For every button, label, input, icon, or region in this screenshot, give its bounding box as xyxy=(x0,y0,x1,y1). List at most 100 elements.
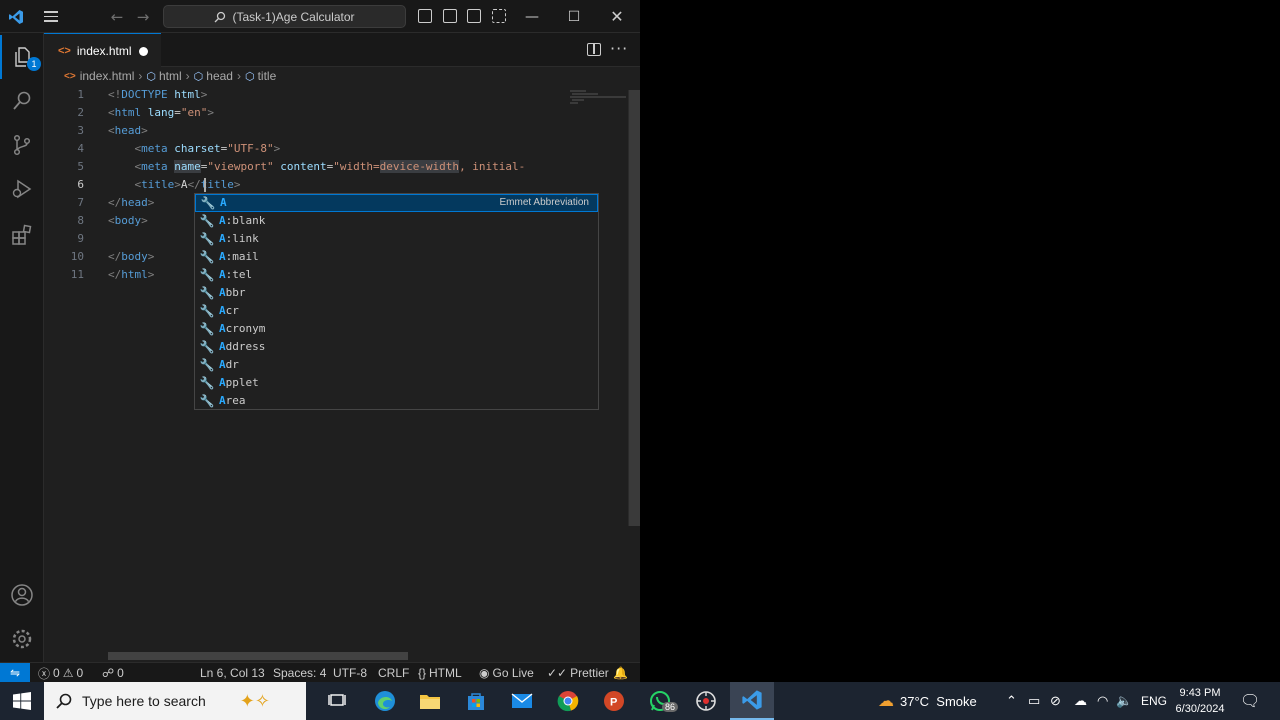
wrench-icon: 🔧 xyxy=(199,357,215,372)
maximize-icon[interactable]: ☐ xyxy=(566,0,582,33)
back-arrow-icon[interactable]: ← xyxy=(108,0,126,33)
tab-index-html[interactable]: <> index.html xyxy=(44,33,161,67)
cursor-position[interactable]: Ln 6, Col 13 xyxy=(200,663,265,682)
go-live-button[interactable]: ◉ Go Live xyxy=(479,663,534,682)
more-actions-icon[interactable]: ··· xyxy=(610,39,628,58)
breadcrumb-item-head[interactable]: head xyxy=(206,69,233,83)
ports-indicator[interactable]: ☍ 0 xyxy=(102,663,124,682)
suggestion-rest: :mail xyxy=(225,250,259,264)
microsoft-store-icon[interactable] xyxy=(454,682,498,720)
horizontal-scrollbar[interactable] xyxy=(108,652,408,660)
breadcrumb-item-file[interactable]: index.html xyxy=(80,69,135,83)
wrench-icon: 🔧 xyxy=(199,339,215,354)
split-editor-icon[interactable] xyxy=(587,43,601,56)
wifi-icon[interactable]: ◠ xyxy=(1097,682,1108,720)
vscode-taskbar-icon[interactable] xyxy=(730,682,774,720)
minimap[interactable] xyxy=(568,88,628,106)
encoding[interactable]: UTF-8 xyxy=(333,663,367,682)
suggestion-match: A xyxy=(219,358,226,372)
language-mode[interactable]: {} HTML xyxy=(418,663,462,682)
suggestion-item[interactable]: 🔧 A:blank xyxy=(195,212,598,230)
broadcast-icon: ◉ xyxy=(479,666,490,680)
toggle-panel-icon[interactable] xyxy=(443,9,457,23)
volume-icon[interactable]: 🔈 xyxy=(1116,682,1132,720)
windows-start-icon[interactable] xyxy=(0,682,44,720)
line-number: 1 xyxy=(77,88,84,101)
suggestion-item[interactable]: 🔧 A:tel xyxy=(195,266,598,284)
suggestion-item[interactable]: 🔧 Address xyxy=(195,338,598,356)
tab-label: index.html xyxy=(76,43,132,58)
activity-bar: 1 xyxy=(0,33,44,662)
suggestion-item[interactable]: 🔧 Abbr xyxy=(195,284,598,302)
taskbar-search-box[interactable]: Type here to search ✦✧ xyxy=(44,682,306,720)
forward-arrow-icon[interactable]: → xyxy=(134,0,152,33)
code-line: <html lang="en"> xyxy=(108,106,214,119)
mail-icon[interactable] xyxy=(500,682,544,720)
input-language[interactable]: ENG xyxy=(1141,682,1167,720)
suggestion-match: A xyxy=(220,196,227,210)
unsaved-dot-icon[interactable] xyxy=(139,47,148,56)
wrench-icon: 🔧 xyxy=(199,231,215,246)
suggestion-item[interactable]: 🔧 A:link xyxy=(195,230,598,248)
suggestion-match: A xyxy=(219,214,226,228)
explorer-icon[interactable]: 1 xyxy=(0,35,44,79)
ports-count: 0 xyxy=(117,666,124,680)
minimize-icon[interactable]: — xyxy=(524,0,540,33)
edge-browser-icon[interactable] xyxy=(363,682,407,720)
search-icon xyxy=(215,11,226,22)
suggestion-match: A xyxy=(219,250,226,264)
meet-now-icon[interactable]: ▭ xyxy=(1028,682,1040,720)
remote-indicator-icon[interactable]: ⇋ xyxy=(0,663,30,682)
suggestion-match: A xyxy=(219,376,226,390)
suggestion-item[interactable]: 🔧 A:mail xyxy=(195,248,598,266)
run-debug-icon[interactable] xyxy=(0,167,44,211)
close-icon[interactable]: ✕ xyxy=(609,0,625,33)
problems-indicator[interactable]: ⓧ 0 ⚠ 0 xyxy=(38,663,83,682)
warning-icon: ⚠ xyxy=(62,666,74,680)
breadcrumb-item-html[interactable]: html xyxy=(159,69,182,83)
search-icon[interactable] xyxy=(0,79,44,123)
error-icon: ⓧ xyxy=(38,666,51,681)
whatsapp-icon[interactable]: 86 xyxy=(638,682,682,720)
extensions-icon[interactable] xyxy=(0,213,44,257)
search-placeholder: Type here to search xyxy=(82,693,206,709)
show-hidden-icons-icon[interactable]: ⌃ xyxy=(1006,682,1017,720)
weather-widget[interactable]: ☁ 37°C Smoke xyxy=(878,682,977,720)
suggestion-match: A xyxy=(219,322,226,336)
suggestion-item[interactable]: 🔧 Applet xyxy=(195,374,598,392)
line-number: 5 xyxy=(77,160,84,173)
powerpoint-icon[interactable]: P xyxy=(592,682,636,720)
customize-layout-icon[interactable] xyxy=(492,9,506,23)
task-view-icon[interactable] xyxy=(315,682,359,720)
warning-count: 0 xyxy=(76,666,84,680)
line-number: 6 xyxy=(77,178,84,191)
screen: ← → (Task-1)Age Calculator — ☐ ✕ 1 <> in… xyxy=(0,0,1280,720)
breadcrumb-item-title[interactable]: title xyxy=(258,69,277,83)
recorder-icon[interactable] xyxy=(684,682,728,720)
command-center-search[interactable]: (Task-1)Age Calculator xyxy=(163,5,406,28)
toggle-primary-sidebar-icon[interactable] xyxy=(418,9,432,23)
notifications-bell-icon[interactable]: 🔔 xyxy=(613,663,628,682)
file-explorer-icon[interactable] xyxy=(408,682,452,720)
indentation[interactable]: Spaces: 4 xyxy=(273,663,326,682)
notification-center-icon[interactable]: 🗨 xyxy=(1240,682,1260,720)
menu-icon[interactable] xyxy=(40,0,62,33)
suggestion-item[interactable]: 🔧 Acr xyxy=(195,302,598,320)
element-tag-icon: ⬡ xyxy=(146,70,156,83)
toggle-secondary-sidebar-icon[interactable] xyxy=(467,9,481,23)
end-of-line[interactable]: CRLF xyxy=(378,663,409,682)
account-icon[interactable] xyxy=(0,573,44,617)
prettier-status[interactable]: ✓✓ Prettier xyxy=(547,663,609,682)
suggestion-item[interactable]: 🔧 Area xyxy=(195,392,598,410)
chrome-browser-icon[interactable] xyxy=(546,682,590,720)
mute-icon[interactable]: ⊘ xyxy=(1050,682,1061,720)
suggestion-item[interactable]: 🔧 Adr xyxy=(195,356,598,374)
vertical-scrollbar[interactable] xyxy=(628,90,640,526)
source-control-icon[interactable] xyxy=(0,123,44,167)
suggestion-item[interactable]: 🔧 Acronym xyxy=(195,320,598,338)
chevron-right-icon: › xyxy=(138,69,143,83)
suggestion-item[interactable]: 🔧 A Emmet Abbreviation xyxy=(195,194,598,212)
settings-gear-icon[interactable] xyxy=(0,617,44,661)
cloud-sync-icon[interactable]: ☁ xyxy=(1074,682,1087,720)
system-clock[interactable]: 9:43 PM 6/30/2024 xyxy=(1168,685,1232,717)
